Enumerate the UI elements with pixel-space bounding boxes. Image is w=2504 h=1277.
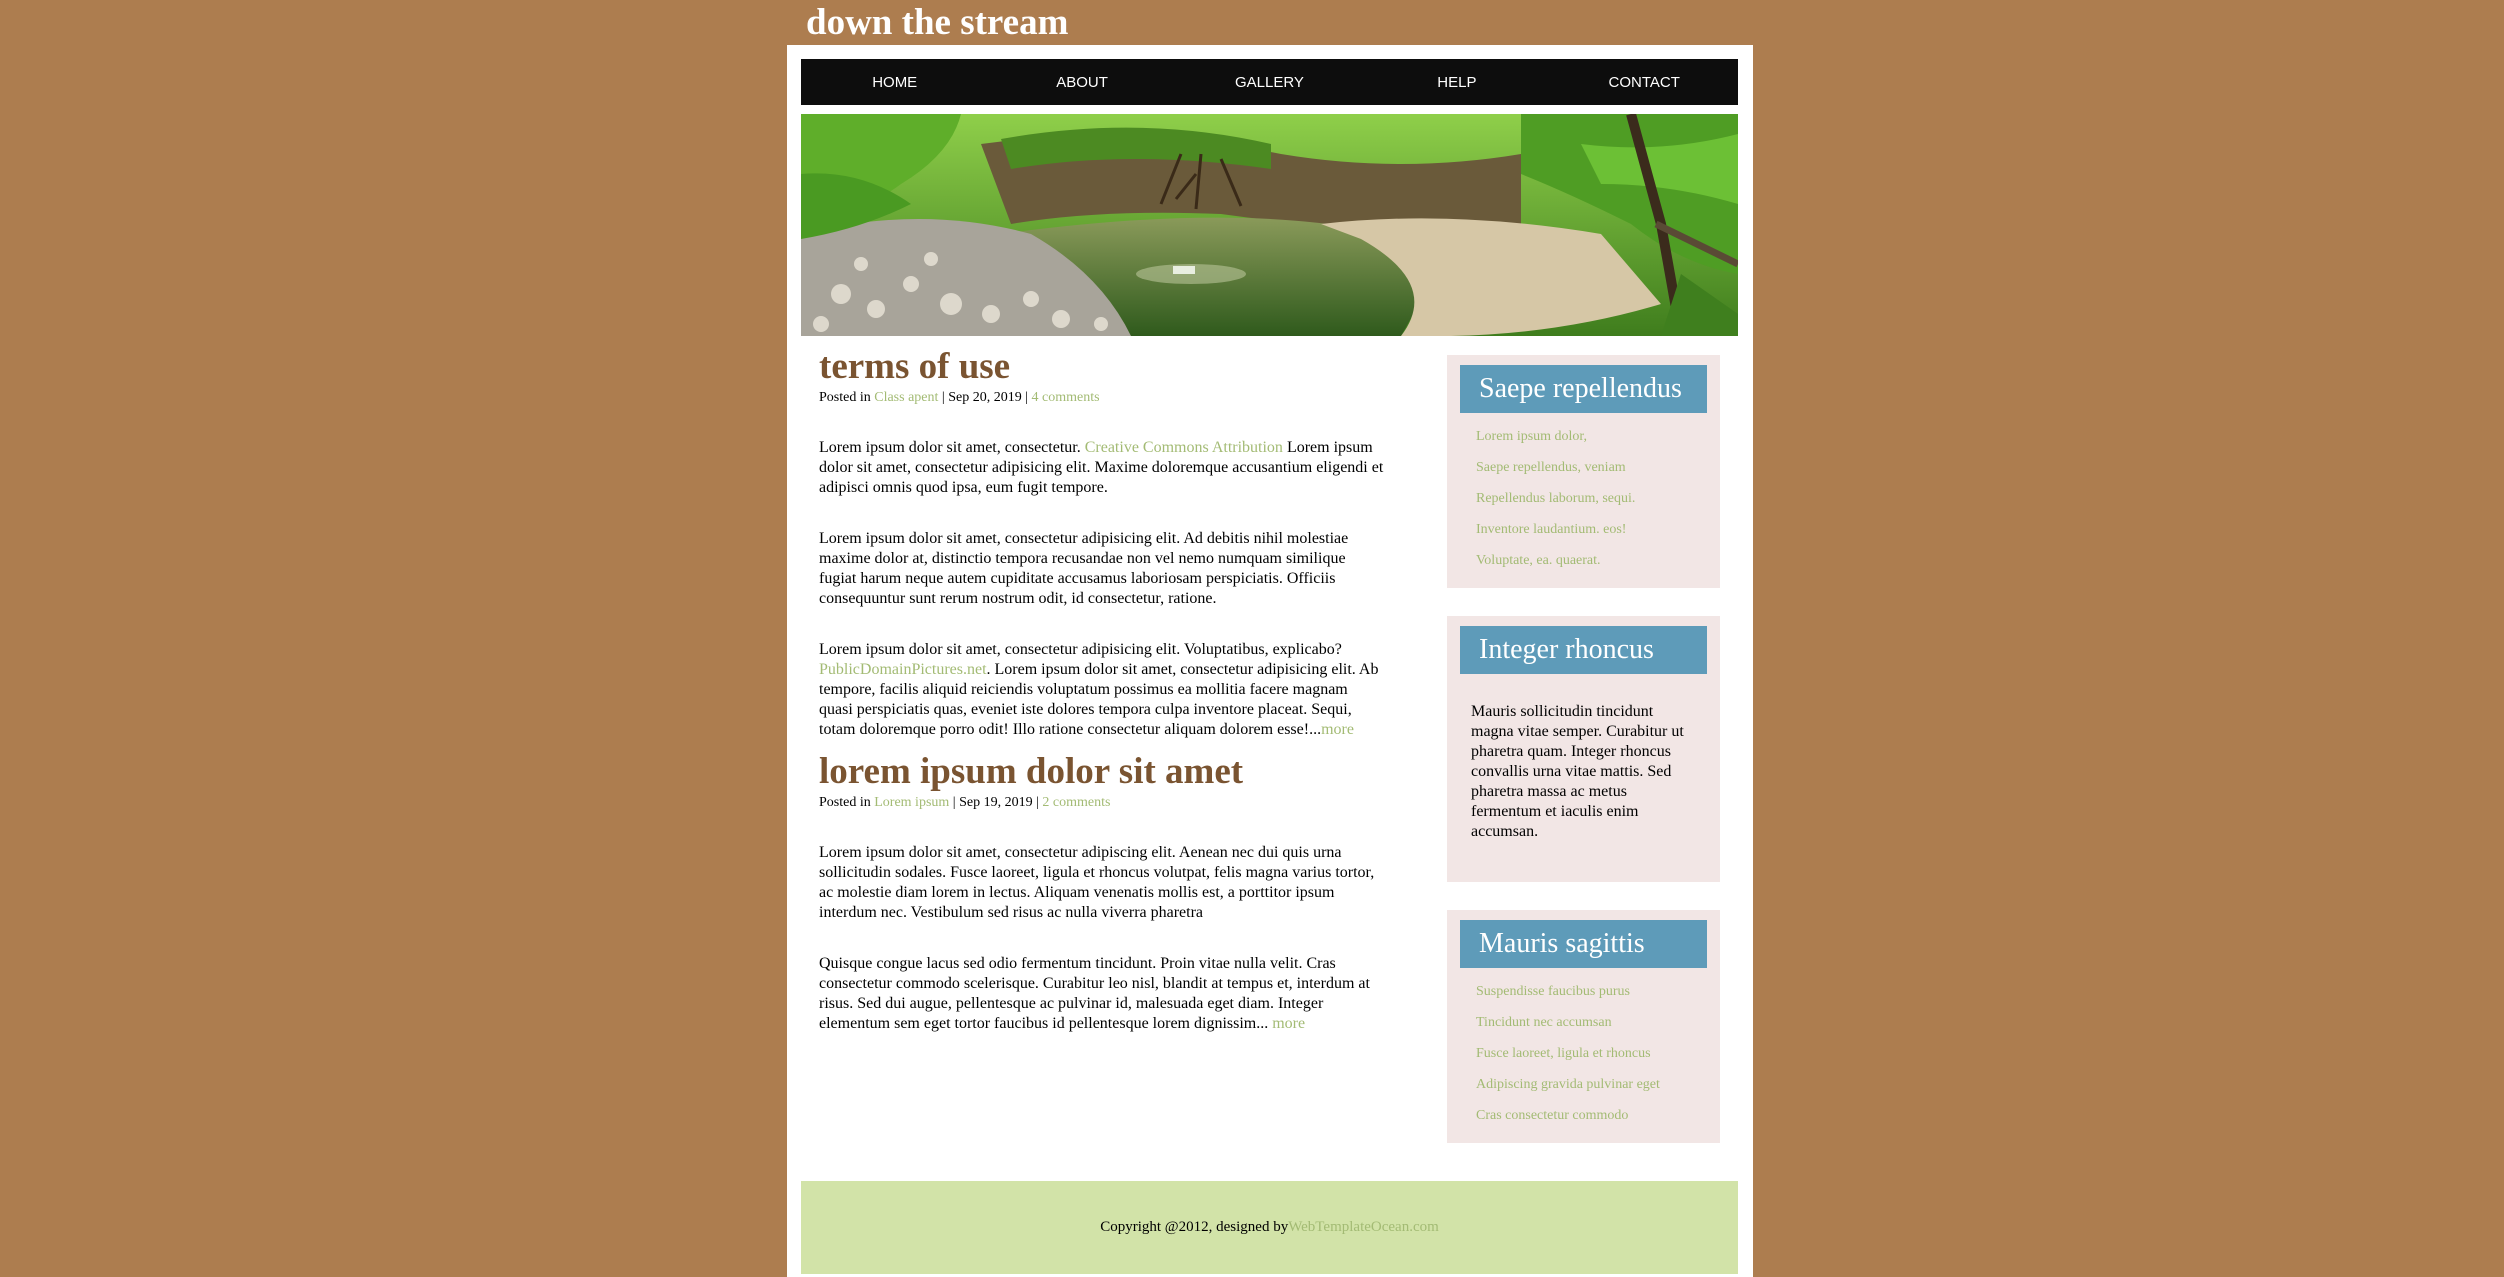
sidebar-link[interactable]: Repellendus laborum, sequi. xyxy=(1476,491,1635,506)
nav-help[interactable]: HELP xyxy=(1392,74,1522,91)
meta-separator: | xyxy=(1021,390,1032,405)
nav-contact[interactable]: CONTACT xyxy=(1579,74,1709,91)
post-title[interactable]: lorem ipsum dolor sit amet xyxy=(819,750,1385,794)
sidebar-link[interactable]: Fusce laoreet, ligula et rhoncus xyxy=(1476,1046,1651,1061)
copyright-text: Copyright @2012, designed by xyxy=(1100,1219,1289,1235)
list-item: Adipiscing gravida pulvinar eget xyxy=(1476,1069,1707,1100)
post-paragraph: Quisque congue lacus sed odio fermentum … xyxy=(819,954,1385,1034)
list-item: Lorem ipsum dolor, xyxy=(1476,421,1707,452)
sidebar-link[interactable]: Voluptate, ea. quaerat. xyxy=(1476,553,1601,568)
read-more-link[interactable]: more xyxy=(1272,1015,1305,1032)
widget-mauris-sagittis: Mauris sagittis Suspendisse faucibus pur… xyxy=(1447,910,1720,1143)
post-paragraph: Lorem ipsum dolor sit amet, consectetur … xyxy=(819,640,1385,740)
list-item: Inventore laudantium. eos! xyxy=(1476,514,1707,545)
creative-commons-link[interactable]: Creative Commons Attribution xyxy=(1085,439,1283,456)
list-item: Tincidunt nec accumsan xyxy=(1476,1007,1707,1038)
post-category-link[interactable]: Lorem ipsum xyxy=(874,795,949,810)
meta-separator: | xyxy=(938,390,949,405)
post-meta: Posted in Class apent | Sep 20, 2019 | 4… xyxy=(819,389,1385,407)
public-domain-pictures-link[interactable]: PublicDomainPictures.net xyxy=(819,661,987,678)
nav-about[interactable]: ABOUT xyxy=(1017,74,1147,91)
post-comments-link[interactable]: 4 comments xyxy=(1032,390,1100,405)
sidebar-link[interactable]: Inventore laudantium. eos! xyxy=(1476,522,1626,537)
post-category-link[interactable]: Class apent xyxy=(874,390,938,405)
widget-integer-rhoncus: Integer rhoncus Mauris sollicitudin tinc… xyxy=(1447,616,1720,882)
widget-title: Saepe repellendus xyxy=(1460,365,1707,413)
footer: Copyright @2012, designed by WebTemplateO… xyxy=(801,1181,1738,1274)
list-item: Suspendisse faucibus purus xyxy=(1476,976,1707,1007)
post-date: Sep 19, 2019 xyxy=(959,795,1033,810)
widget-text: Mauris sollicitudin tincidunt magna vita… xyxy=(1471,703,1684,840)
widget-saepe-repellendus: Saepe repellendus Lorem ipsum dolor, Sae… xyxy=(1447,355,1720,588)
paragraph-text: Lorem ipsum dolor sit amet, consectetur … xyxy=(819,641,1342,658)
nav-gallery[interactable]: GALLERY xyxy=(1204,74,1334,91)
list-item: Repellendus laborum, sequi. xyxy=(1476,483,1707,514)
post-lorem-ipsum: lorem ipsum dolor sit amet Posted in Lor… xyxy=(819,750,1385,1034)
posted-in-label: Posted in xyxy=(819,795,871,810)
list-item: Cras consectetur commodo xyxy=(1476,1100,1707,1131)
meta-separator: | xyxy=(1032,795,1043,810)
paragraph-text: Lorem ipsum dolor sit amet, consectetur. xyxy=(819,439,1085,456)
list-item: Saepe repellendus, veniam xyxy=(1476,452,1707,483)
site-title: down the stream xyxy=(806,2,1069,43)
widget-link-list: Suspendisse faucibus purus Tincidunt nec… xyxy=(1460,976,1707,1131)
widget-title: Integer rhoncus xyxy=(1460,626,1707,674)
sidebar-link[interactable]: Cras consectetur commodo xyxy=(1476,1108,1628,1123)
post-title[interactable]: terms of use xyxy=(819,345,1385,389)
list-item: Voluptate, ea. quaerat. xyxy=(1476,545,1707,576)
page-container: HOME ABOUT GALLERY HELP CONTACT terms of… xyxy=(787,45,1753,1277)
sidebar-link[interactable]: Suspendisse faucibus purus xyxy=(1476,984,1630,999)
meta-separator: | xyxy=(949,795,960,810)
post-paragraph: Lorem ipsum dolor sit amet, consectetur … xyxy=(819,530,1349,607)
widget-title: Mauris sagittis xyxy=(1460,920,1707,968)
stream-landscape-illustration xyxy=(801,114,1738,336)
sidebar-link[interactable]: Saepe repellendus, veniam xyxy=(1476,460,1626,475)
post-paragraph: Lorem ipsum dolor sit amet, consectetur.… xyxy=(819,438,1385,498)
post-date: Sep 20, 2019 xyxy=(948,390,1022,405)
sidebar-link[interactable]: Tincidunt nec accumsan xyxy=(1476,1015,1612,1030)
read-more-link[interactable]: more xyxy=(1321,721,1354,738)
main-content: terms of use Posted in Class apent | Sep… xyxy=(819,345,1385,1044)
sidebar-link[interactable]: Lorem ipsum dolor, xyxy=(1476,429,1587,444)
post-paragraph: Lorem ipsum dolor sit amet, consectetur … xyxy=(819,844,1375,921)
post-terms-of-use: terms of use Posted in Class apent | Sep… xyxy=(819,345,1385,740)
nav-home[interactable]: HOME xyxy=(830,74,960,91)
main-nav: HOME ABOUT GALLERY HELP CONTACT xyxy=(801,59,1738,105)
list-item: Fusce laoreet, ligula et rhoncus xyxy=(1476,1038,1707,1069)
header-banner-image xyxy=(801,114,1738,336)
sidebar: Saepe repellendus Lorem ipsum dolor, Sae… xyxy=(1447,355,1720,1171)
posted-in-label: Posted in xyxy=(819,390,871,405)
widget-link-list: Lorem ipsum dolor, Saepe repellendus, ve… xyxy=(1460,421,1707,576)
sidebar-link[interactable]: Adipiscing gravida pulvinar eget xyxy=(1476,1077,1660,1092)
post-comments-link[interactable]: 2 comments xyxy=(1042,795,1110,810)
post-meta: Posted in Lorem ipsum | Sep 19, 2019 | 2… xyxy=(819,794,1385,812)
designer-link[interactable]: WebTemplateOcean.com xyxy=(1288,1219,1439,1236)
